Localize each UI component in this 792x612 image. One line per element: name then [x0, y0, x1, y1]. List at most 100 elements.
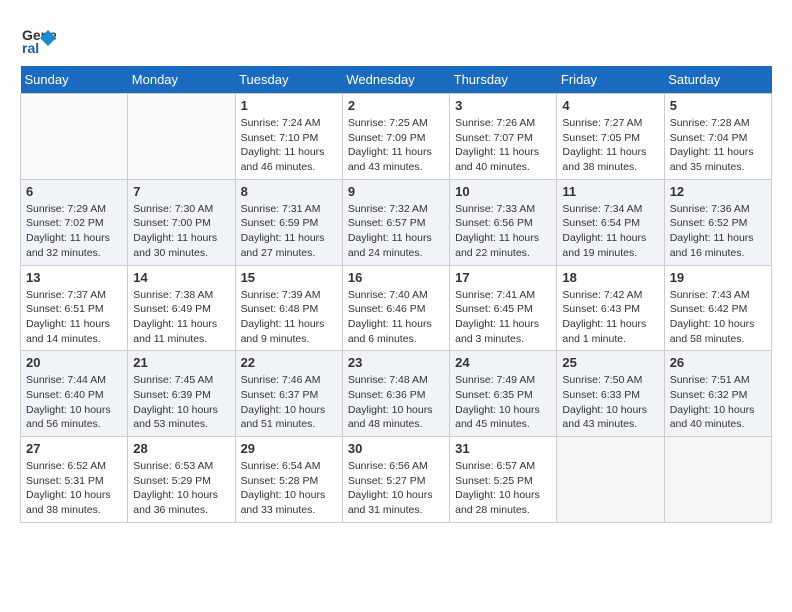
- day-info: Sunrise: 7:34 AM Sunset: 6:54 PM Dayligh…: [562, 202, 658, 261]
- day-number: 14: [133, 270, 229, 285]
- day-number: 22: [241, 355, 337, 370]
- day-number: 4: [562, 98, 658, 113]
- day-number: 11: [562, 184, 658, 199]
- day-info: Sunrise: 7:45 AM Sunset: 6:39 PM Dayligh…: [133, 373, 229, 432]
- day-number: 16: [348, 270, 444, 285]
- day-number: 5: [670, 98, 766, 113]
- calendar-cell: 28 Sunrise: 6:53 AM Sunset: 5:29 PM Dayli…: [128, 437, 235, 523]
- calendar-cell: 20 Sunrise: 7:44 AM Sunset: 6:40 PM Dayli…: [21, 351, 128, 437]
- calendar-week-3: 13 Sunrise: 7:37 AM Sunset: 6:51 PM Dayli…: [21, 265, 772, 351]
- calendar-cell: 7 Sunrise: 7:30 AM Sunset: 7:00 PM Daylig…: [128, 179, 235, 265]
- day-info: Sunrise: 7:42 AM Sunset: 6:43 PM Dayligh…: [562, 288, 658, 347]
- calendar-cell: 11 Sunrise: 7:34 AM Sunset: 6:54 PM Dayli…: [557, 179, 664, 265]
- day-info: Sunrise: 7:49 AM Sunset: 6:35 PM Dayligh…: [455, 373, 551, 432]
- calendar-cell: 27 Sunrise: 6:52 AM Sunset: 5:31 PM Dayli…: [21, 437, 128, 523]
- calendar-cell: [557, 437, 664, 523]
- day-number: 9: [348, 184, 444, 199]
- day-info: Sunrise: 7:31 AM Sunset: 6:59 PM Dayligh…: [241, 202, 337, 261]
- day-info: Sunrise: 7:50 AM Sunset: 6:33 PM Dayligh…: [562, 373, 658, 432]
- day-info: Sunrise: 6:53 AM Sunset: 5:29 PM Dayligh…: [133, 459, 229, 518]
- calendar-cell: 10 Sunrise: 7:33 AM Sunset: 6:56 PM Dayli…: [450, 179, 557, 265]
- day-number: 18: [562, 270, 658, 285]
- calendar-cell: 6Sunrise: 7:29 AM Sunset: 7:02 PM Daylig…: [21, 179, 128, 265]
- day-info: Sunrise: 6:52 AM Sunset: 5:31 PM Dayligh…: [26, 459, 122, 518]
- day-header-sunday: Sunday: [21, 66, 128, 94]
- day-info: Sunrise: 7:41 AM Sunset: 6:45 PM Dayligh…: [455, 288, 551, 347]
- day-number: 29: [241, 441, 337, 456]
- calendar-cell: 9 Sunrise: 7:32 AM Sunset: 6:57 PM Daylig…: [342, 179, 449, 265]
- calendar-cell: 30Sunrise: 6:56 AM Sunset: 5:27 PM Dayli…: [342, 437, 449, 523]
- day-number: 28: [133, 441, 229, 456]
- day-number: 10: [455, 184, 551, 199]
- calendar-cell: [128, 94, 235, 180]
- day-info: Sunrise: 6:57 AM Sunset: 5:25 PM Dayligh…: [455, 459, 551, 518]
- day-info: Sunrise: 7:46 AM Sunset: 6:37 PM Dayligh…: [241, 373, 337, 432]
- calendar-cell: 2Sunrise: 7:25 AM Sunset: 7:09 PM Daylig…: [342, 94, 449, 180]
- calendar-cell: 16 Sunrise: 7:40 AM Sunset: 6:46 PM Dayli…: [342, 265, 449, 351]
- day-header-friday: Friday: [557, 66, 664, 94]
- svg-text:ral: ral: [22, 40, 39, 56]
- day-info: Sunrise: 6:54 AM Sunset: 5:28 PM Dayligh…: [241, 459, 337, 518]
- calendar-cell: 31 Sunrise: 6:57 AM Sunset: 5:25 PM Dayli…: [450, 437, 557, 523]
- logo-icon: Gene ral: [20, 20, 56, 56]
- day-info: Sunrise: 7:32 AM Sunset: 6:57 PM Dayligh…: [348, 202, 444, 261]
- calendar-cell: 23 Sunrise: 7:48 AM Sunset: 6:36 PM Dayli…: [342, 351, 449, 437]
- calendar-cell: 12Sunrise: 7:36 AM Sunset: 6:52 PM Dayli…: [664, 179, 771, 265]
- day-info: Sunrise: 6:56 AM Sunset: 5:27 PM Dayligh…: [348, 459, 444, 518]
- calendar-cell: 13 Sunrise: 7:37 AM Sunset: 6:51 PM Dayli…: [21, 265, 128, 351]
- page-header: Gene ral: [20, 20, 772, 56]
- day-header-tuesday: Tuesday: [235, 66, 342, 94]
- calendar-cell: 4 Sunrise: 7:27 AM Sunset: 7:05 PM Daylig…: [557, 94, 664, 180]
- calendar-cell: 15Sunrise: 7:39 AM Sunset: 6:48 PM Dayli…: [235, 265, 342, 351]
- day-number: 7: [133, 184, 229, 199]
- day-info: Sunrise: 7:43 AM Sunset: 6:42 PM Dayligh…: [670, 288, 766, 347]
- calendar-cell: 21 Sunrise: 7:45 AM Sunset: 6:39 PM Dayli…: [128, 351, 235, 437]
- day-number: 1: [241, 98, 337, 113]
- day-info: Sunrise: 7:51 AM Sunset: 6:32 PM Dayligh…: [670, 373, 766, 432]
- calendar-week-5: 27 Sunrise: 6:52 AM Sunset: 5:31 PM Dayli…: [21, 437, 772, 523]
- day-number: 3: [455, 98, 551, 113]
- day-number: 8: [241, 184, 337, 199]
- day-number: 13: [26, 270, 122, 285]
- day-header-wednesday: Wednesday: [342, 66, 449, 94]
- day-info: Sunrise: 7:48 AM Sunset: 6:36 PM Dayligh…: [348, 373, 444, 432]
- day-info: Sunrise: 7:28 AM Sunset: 7:04 PM Dayligh…: [670, 116, 766, 175]
- calendar-cell: 18 Sunrise: 7:42 AM Sunset: 6:43 PM Dayli…: [557, 265, 664, 351]
- day-number: 12: [670, 184, 766, 199]
- day-info: Sunrise: 7:33 AM Sunset: 6:56 PM Dayligh…: [455, 202, 551, 261]
- calendar-cell: [21, 94, 128, 180]
- calendar-cell: 26 Sunrise: 7:51 AM Sunset: 6:32 PM Dayli…: [664, 351, 771, 437]
- calendar-week-4: 20 Sunrise: 7:44 AM Sunset: 6:40 PM Dayli…: [21, 351, 772, 437]
- calendar-cell: 17 Sunrise: 7:41 AM Sunset: 6:45 PM Dayli…: [450, 265, 557, 351]
- calendar-cell: 22 Sunrise: 7:46 AM Sunset: 6:37 PM Dayli…: [235, 351, 342, 437]
- calendar-cell: 29 Sunrise: 6:54 AM Sunset: 5:28 PM Dayli…: [235, 437, 342, 523]
- calendar-header-row: SundayMondayTuesdayWednesdayThursdayFrid…: [21, 66, 772, 94]
- day-info: Sunrise: 7:27 AM Sunset: 7:05 PM Dayligh…: [562, 116, 658, 175]
- logo: Gene ral: [20, 20, 62, 56]
- day-number: 21: [133, 355, 229, 370]
- calendar-cell: 5 Sunrise: 7:28 AM Sunset: 7:04 PM Daylig…: [664, 94, 771, 180]
- day-info: Sunrise: 7:44 AM Sunset: 6:40 PM Dayligh…: [26, 373, 122, 432]
- calendar-cell: 8 Sunrise: 7:31 AM Sunset: 6:59 PM Daylig…: [235, 179, 342, 265]
- day-number: 2: [348, 98, 444, 113]
- day-number: 24: [455, 355, 551, 370]
- day-number: 17: [455, 270, 551, 285]
- calendar-cell: 3 Sunrise: 7:26 AM Sunset: 7:07 PM Daylig…: [450, 94, 557, 180]
- day-number: 20: [26, 355, 122, 370]
- day-number: 23: [348, 355, 444, 370]
- calendar-cell: 25Sunrise: 7:50 AM Sunset: 6:33 PM Dayli…: [557, 351, 664, 437]
- calendar-cell: 1Sunrise: 7:24 AM Sunset: 7:10 PM Daylig…: [235, 94, 342, 180]
- day-info: Sunrise: 7:29 AM Sunset: 7:02 PM Dayligh…: [26, 202, 122, 261]
- day-number: 19: [670, 270, 766, 285]
- day-number: 26: [670, 355, 766, 370]
- calendar-table: SundayMondayTuesdayWednesdayThursdayFrid…: [20, 66, 772, 523]
- day-info: Sunrise: 7:40 AM Sunset: 6:46 PM Dayligh…: [348, 288, 444, 347]
- day-info: Sunrise: 7:37 AM Sunset: 6:51 PM Dayligh…: [26, 288, 122, 347]
- day-info: Sunrise: 7:39 AM Sunset: 6:48 PM Dayligh…: [241, 288, 337, 347]
- calendar-cell: 24 Sunrise: 7:49 AM Sunset: 6:35 PM Dayli…: [450, 351, 557, 437]
- day-info: Sunrise: 7:26 AM Sunset: 7:07 PM Dayligh…: [455, 116, 551, 175]
- day-info: Sunrise: 7:30 AM Sunset: 7:00 PM Dayligh…: [133, 202, 229, 261]
- day-header-monday: Monday: [128, 66, 235, 94]
- day-number: 27: [26, 441, 122, 456]
- day-number: 31: [455, 441, 551, 456]
